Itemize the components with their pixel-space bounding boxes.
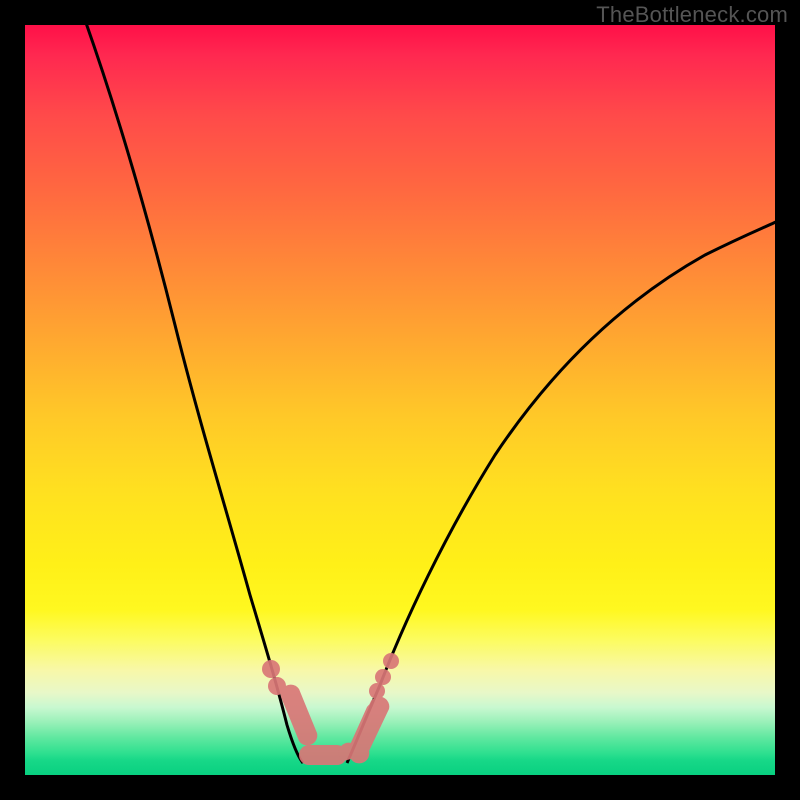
left-curve — [85, 20, 303, 763]
watermark-text: TheBottleneck.com — [596, 2, 788, 28]
chart-svg — [25, 25, 775, 775]
right-curve — [347, 220, 780, 763]
chart-container: TheBottleneck.com — [0, 0, 800, 800]
